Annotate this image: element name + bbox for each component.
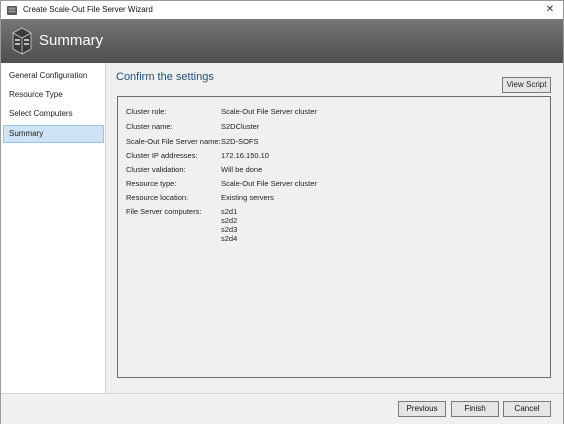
setting-label: Cluster validation: (126, 165, 186, 174)
setting-value: S2D-SOFS (221, 137, 259, 146)
computer-name: s2d4 (221, 234, 238, 243)
setting-label: Resource type: (126, 179, 177, 188)
setting-value: Will be done (221, 165, 263, 174)
close-button[interactable]: ✕ (543, 3, 557, 17)
setting-label: Cluster name: (126, 122, 173, 131)
finish-button[interactable]: Finish (451, 401, 499, 417)
setting-value: Scale-Out File Server cluster (221, 179, 317, 188)
setting-label: File Server computers: (126, 207, 202, 216)
page-banner: Summary (1, 19, 563, 63)
section-heading: Confirm the settings (116, 71, 214, 83)
title-bar: Create Scale-Out File Server Wizard ✕ (1, 1, 563, 19)
setting-label: Resource location: (126, 193, 189, 202)
sidebar-item-resource-type[interactable]: Resource Type (3, 86, 104, 104)
setting-value: s2d1 (221, 207, 238, 216)
setting-label: Cluster IP addresses: (126, 151, 198, 160)
wizard-steps-sidebar: General Configuration Resource Type Sele… (1, 63, 106, 393)
setting-label: Cluster role: (126, 107, 167, 116)
sidebar-item-general-configuration[interactable]: General Configuration (3, 67, 104, 85)
setting-value: Scale-Out File Server cluster (221, 107, 317, 116)
view-script-button[interactable]: View Script (502, 77, 551, 93)
computer-name: s2d3 (221, 225, 238, 234)
server-app-icon (7, 6, 17, 15)
sidebar-item-summary[interactable]: Summary (3, 125, 104, 143)
server-wizard-icon (12, 27, 32, 55)
settings-summary-box[interactable]: Cluster role: Scale-Out File Server clus… (117, 96, 551, 378)
computer-name: s2d2 (221, 216, 238, 225)
window-title: Create Scale-Out File Server Wizard (23, 5, 153, 14)
wizard-window: Create Scale-Out File Server Wizard ✕ Su… (0, 0, 564, 424)
previous-button[interactable]: Previous (398, 401, 446, 417)
cancel-button[interactable]: Cancel (503, 401, 551, 417)
main-panel: Confirm the settings View Script Cluster… (106, 63, 563, 393)
setting-value: S2DCluster (221, 122, 260, 131)
sidebar-item-select-computers[interactable]: Select Computers (3, 105, 104, 123)
wizard-footer: Previous Finish Cancel (1, 393, 563, 424)
page-title: Summary (39, 32, 104, 49)
setting-label: Scale-Out File Server name: (126, 137, 221, 146)
setting-value: Existing servers (221, 193, 274, 202)
setting-value: 172.16.150.10 (221, 151, 269, 160)
